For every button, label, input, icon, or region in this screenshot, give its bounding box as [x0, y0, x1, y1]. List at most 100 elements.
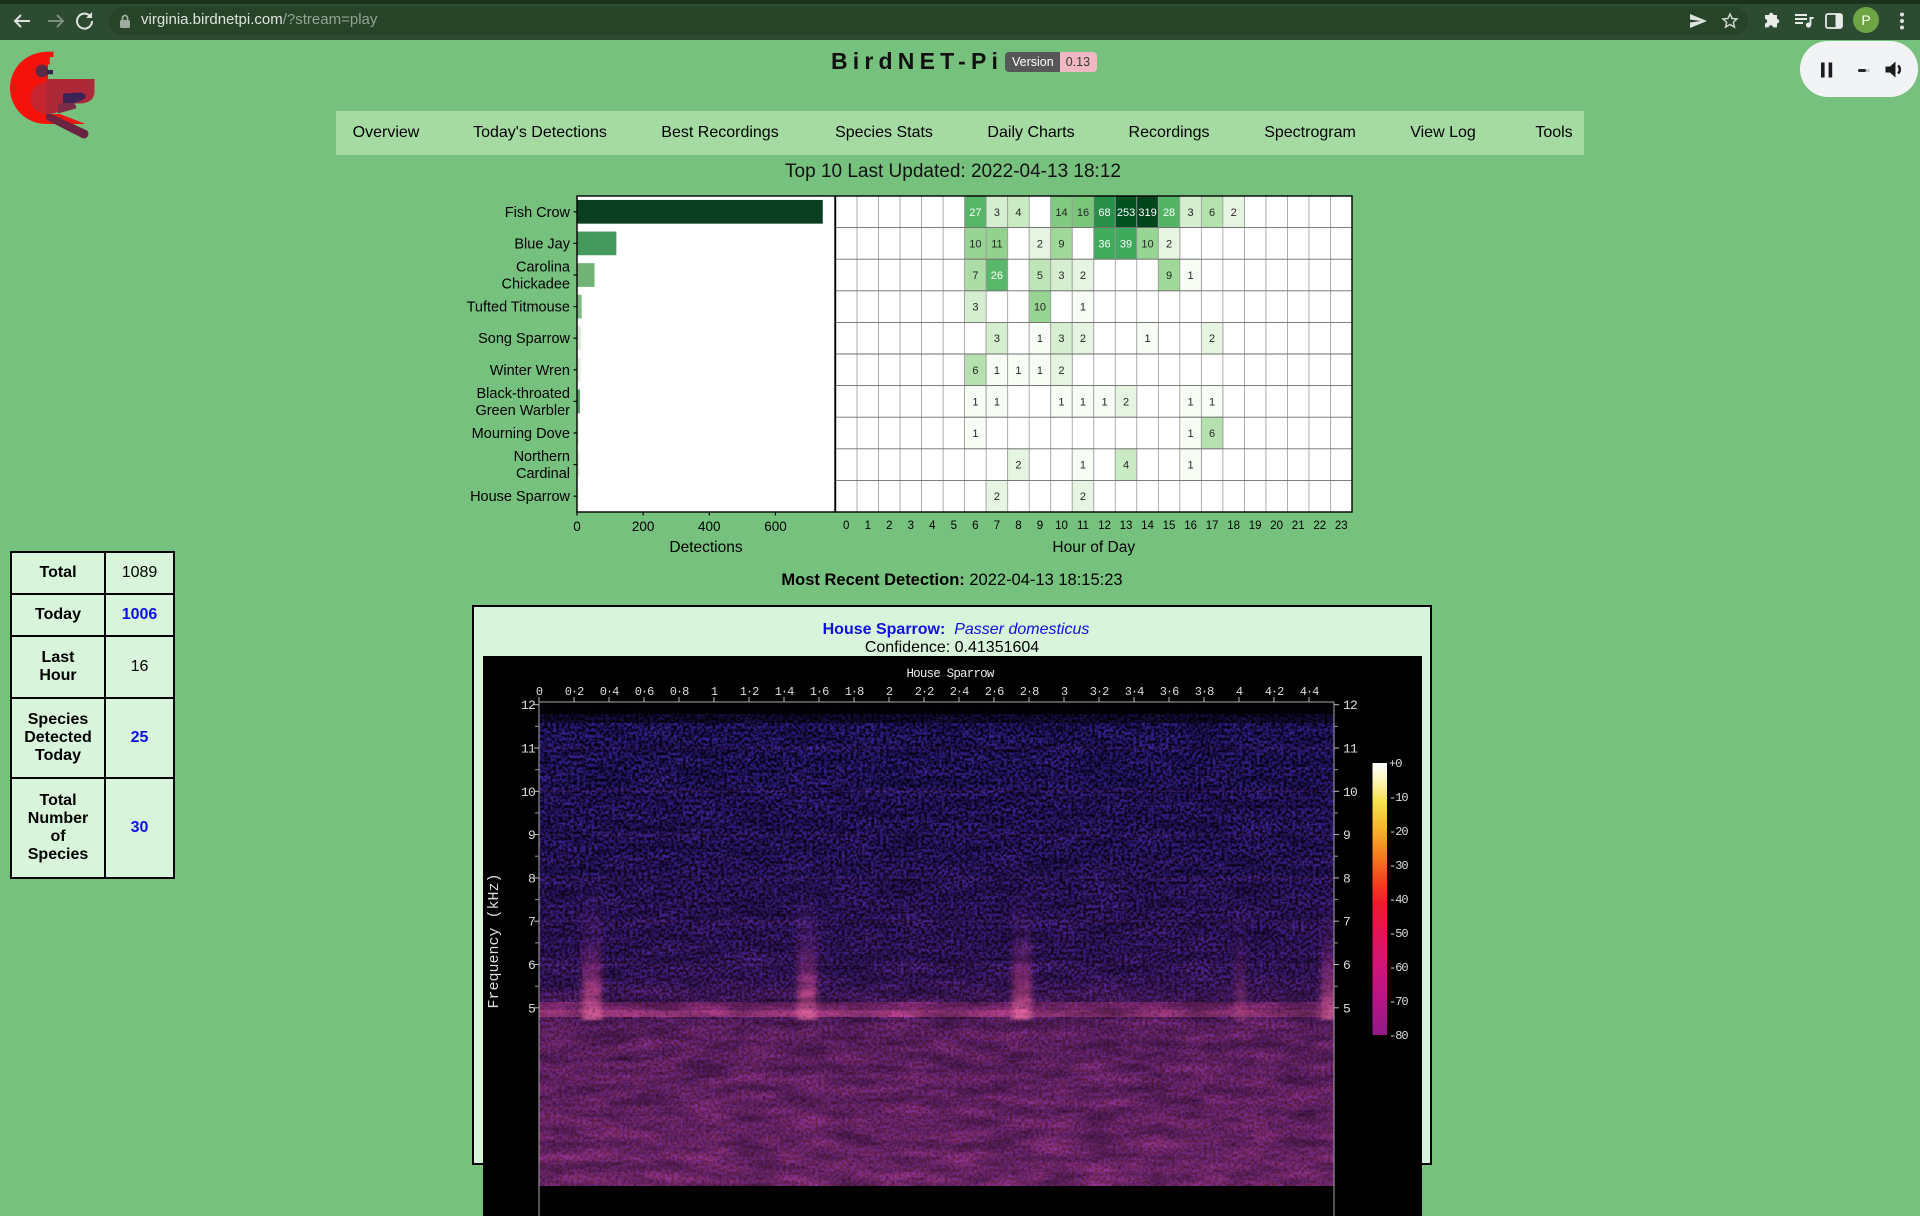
svg-text:9: 9	[1058, 238, 1064, 250]
svg-text:400: 400	[698, 519, 721, 534]
svg-text:1·4: 1·4	[775, 685, 794, 699]
svg-text:5: 5	[1037, 270, 1043, 282]
svg-text:14: 14	[1141, 520, 1154, 532]
svg-text:Green Warbler: Green Warbler	[475, 403, 570, 419]
svg-text:7: 7	[1343, 915, 1350, 930]
svg-text:12: 12	[521, 698, 535, 713]
svg-text:17: 17	[1206, 520, 1219, 532]
svg-text:1·2: 1·2	[740, 685, 759, 699]
svg-text:2·4: 2·4	[950, 685, 969, 699]
svg-text:-50: -50	[1389, 927, 1408, 941]
svg-text:1: 1	[1188, 428, 1194, 440]
svg-text:7: 7	[528, 915, 535, 930]
svg-text:9: 9	[1037, 520, 1043, 532]
svg-text:3: 3	[908, 520, 914, 532]
svg-text:Chickadee: Chickadee	[501, 276, 570, 292]
svg-text:Mourning Dove: Mourning Dove	[472, 426, 570, 442]
svg-text:2: 2	[1080, 270, 1086, 282]
svg-text:6: 6	[528, 958, 535, 973]
svg-text:2: 2	[1058, 365, 1064, 377]
svg-text:Tufted Titmouse: Tufted Titmouse	[467, 300, 570, 316]
svg-text:1: 1	[1188, 460, 1194, 472]
svg-text:5: 5	[951, 520, 957, 532]
svg-text:0·4: 0·4	[600, 685, 619, 699]
svg-text:1: 1	[1080, 396, 1086, 408]
svg-text:2: 2	[1209, 333, 1215, 345]
svg-text:2: 2	[886, 520, 892, 532]
svg-text:10: 10	[521, 785, 535, 800]
svg-text:3: 3	[1188, 207, 1194, 219]
svg-text:2: 2	[1080, 333, 1086, 345]
svg-text:1: 1	[1188, 270, 1194, 282]
svg-text:3·2: 3·2	[1090, 685, 1109, 699]
svg-text:Song Sparrow: Song Sparrow	[478, 331, 570, 347]
svg-text:Carolina: Carolina	[516, 259, 571, 275]
svg-text:28: 28	[1163, 207, 1175, 219]
svg-text:0: 0	[536, 685, 543, 699]
svg-text:3: 3	[1058, 270, 1064, 282]
svg-text:1: 1	[1188, 396, 1194, 408]
svg-text:68: 68	[1098, 207, 1110, 219]
svg-text:11: 11	[991, 238, 1002, 250]
svg-text:2: 2	[886, 685, 893, 699]
svg-text:16: 16	[1077, 207, 1089, 219]
svg-text:23: 23	[1335, 520, 1348, 532]
svg-text:11: 11	[521, 742, 536, 757]
svg-text:8: 8	[1015, 520, 1021, 532]
svg-text:-80: -80	[1389, 1029, 1408, 1043]
svg-text:House Sparrow: House Sparrow	[906, 667, 994, 681]
svg-text:26: 26	[991, 270, 1003, 282]
svg-text:-60: -60	[1389, 961, 1408, 975]
svg-text:2: 2	[1080, 491, 1086, 503]
svg-text:1: 1	[1037, 365, 1043, 377]
svg-text:1: 1	[711, 685, 718, 699]
svg-text:2·6: 2·6	[985, 685, 1004, 699]
svg-text:3: 3	[994, 207, 1000, 219]
svg-text:Winter Wren: Winter Wren	[490, 363, 570, 379]
svg-text:5: 5	[528, 1001, 535, 1016]
svg-text:1: 1	[1015, 365, 1021, 377]
svg-text:10: 10	[1141, 238, 1153, 250]
svg-text:3·6: 3·6	[1160, 685, 1179, 699]
svg-text:4·4: 4·4	[1300, 685, 1319, 699]
svg-text:2·8: 2·8	[1020, 685, 1039, 699]
svg-text:-40: -40	[1389, 893, 1408, 907]
svg-text:9: 9	[528, 828, 535, 843]
svg-text:1: 1	[1209, 396, 1215, 408]
svg-text:319: 319	[1138, 207, 1156, 219]
svg-text:House Sparrow: House Sparrow	[470, 489, 570, 505]
svg-text:0·2: 0·2	[565, 685, 584, 699]
svg-text:2: 2	[1015, 460, 1021, 472]
svg-text:1: 1	[972, 396, 978, 408]
svg-text:9: 9	[1343, 828, 1350, 843]
svg-text:253: 253	[1117, 207, 1135, 219]
svg-text:11: 11	[1077, 520, 1089, 532]
svg-text:1: 1	[1080, 302, 1086, 314]
svg-text:-70: -70	[1389, 995, 1408, 1009]
svg-text:4: 4	[1123, 460, 1129, 472]
svg-text:10: 10	[1034, 302, 1046, 314]
svg-text:4: 4	[929, 520, 936, 532]
svg-text:10: 10	[1055, 520, 1068, 532]
svg-text:2: 2	[1166, 238, 1172, 250]
svg-text:200: 200	[632, 519, 655, 534]
svg-text:2·2: 2·2	[915, 685, 934, 699]
svg-text:1: 1	[1144, 333, 1150, 345]
svg-text:20: 20	[1270, 520, 1283, 532]
svg-text:6: 6	[1209, 207, 1215, 219]
svg-text:10: 10	[969, 238, 981, 250]
svg-text:-10: -10	[1389, 791, 1408, 805]
svg-text:0·8: 0·8	[670, 685, 689, 699]
svg-text:8: 8	[528, 871, 535, 886]
svg-text:-30: -30	[1389, 859, 1408, 873]
svg-text:5: 5	[1343, 1001, 1350, 1016]
svg-text:2: 2	[994, 491, 1000, 503]
svg-text:1: 1	[865, 520, 871, 532]
svg-text:Cardinal: Cardinal	[516, 466, 570, 482]
svg-text:9: 9	[1166, 270, 1172, 282]
svg-text:14: 14	[1055, 207, 1067, 219]
svg-text:6: 6	[972, 365, 978, 377]
svg-text:6: 6	[1209, 428, 1215, 440]
svg-text:0: 0	[843, 520, 849, 532]
svg-text:Black-throated: Black-throated	[477, 386, 571, 402]
